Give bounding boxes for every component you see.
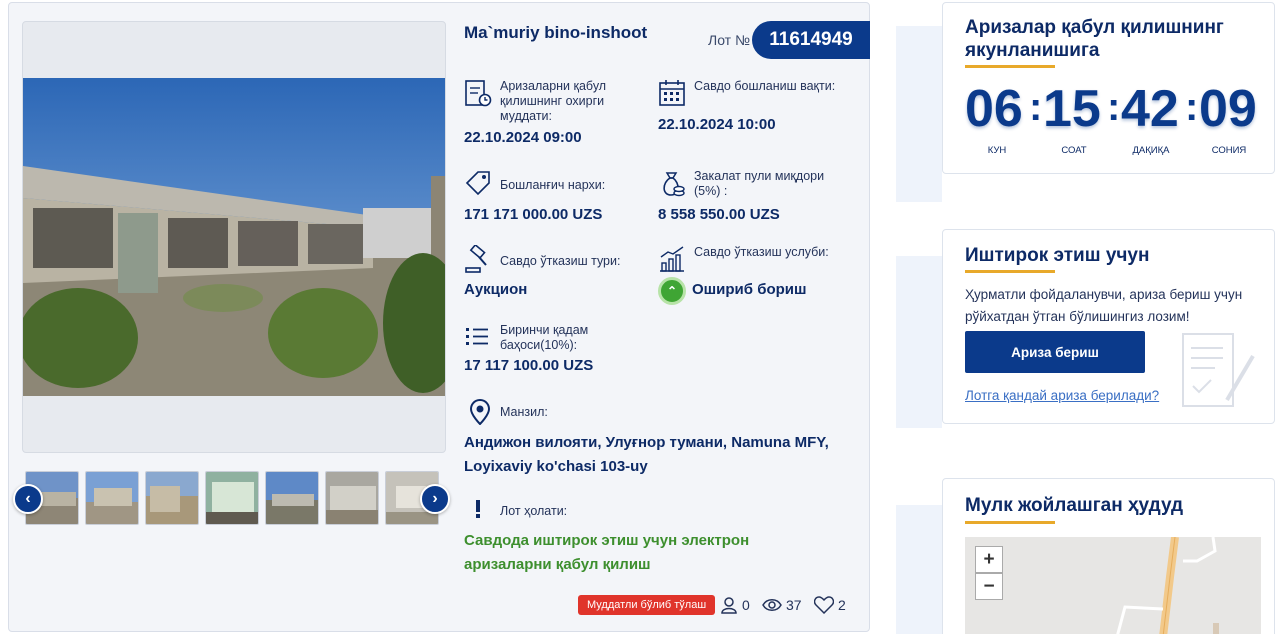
likes-stat[interactable]: 2 <box>814 593 846 617</box>
main-photo-frame[interactable] <box>22 21 446 453</box>
installment-badge: Муддатли бўлиб тўлаш <box>578 595 716 615</box>
trade-type-label: Савдо ўтказиш тури: <box>500 254 621 268</box>
exclamation-icon <box>476 500 481 518</box>
thumbnail-next-button[interactable]: › <box>420 484 450 514</box>
map-canvas[interactable] <box>965 537 1261 634</box>
side-strip <box>896 256 942 428</box>
status-value: Савдода иштирок этиш учун электрон ариза… <box>464 532 750 573</box>
thumbnail-strip: ‹ › <box>13 471 457 527</box>
zoom-out-button[interactable]: − <box>975 573 1003 600</box>
location-title: Мулк жойлашган ҳудуд <box>965 495 1184 516</box>
how-to-apply-link[interactable]: Лотга қандай ариза берилади? <box>965 388 1159 403</box>
countdown-seconds: 09 <box>1199 80 1257 138</box>
start-price-value: 171 171 000.00 UZS <box>464 206 603 223</box>
side-strip <box>896 505 942 634</box>
deadline-value: 22.10.2024 09:00 <box>464 129 582 146</box>
title-underline <box>965 521 1055 524</box>
numbered-list-icon <box>466 328 488 345</box>
countdown-separator: : <box>1029 85 1043 129</box>
countdown-minutes: 42 <box>1121 80 1179 138</box>
chart-growth-icon <box>660 246 684 272</box>
chevron-left-icon: ‹ <box>25 490 31 507</box>
thumbnail[interactable] <box>205 471 259 525</box>
deposit-value: 8 558 550.00 UZS <box>658 206 780 223</box>
deadline-label: Аризаларни қабул қилишнинг охирги муддат… <box>500 79 607 123</box>
first-step-value: 17 117 100.00 UZS <box>464 357 594 374</box>
countdown-separator: : <box>1185 85 1199 129</box>
heart-icon[interactable] <box>814 596 834 614</box>
days-unit-label: КУН <box>987 145 1007 156</box>
lot-number-label: Лот № <box>708 32 750 48</box>
zoom-in-button[interactable]: + <box>975 546 1003 573</box>
participate-text: Ҳурматли фойдаланувчи, ариза бериш учун … <box>965 287 1243 324</box>
apply-button[interactable]: Ариза бериш <box>965 331 1145 373</box>
chevron-right-icon: › <box>432 490 438 507</box>
thumbnail[interactable] <box>325 471 379 525</box>
calendar-icon <box>659 80 685 106</box>
status-label: Лот ҳолати: <box>500 504 568 518</box>
location-panel: Мулк жойлашган ҳудуд + − <box>942 478 1275 634</box>
title-underline <box>965 65 1055 68</box>
lot-title: Ma`muriy bino-inshoot <box>464 23 648 42</box>
countdown-days: 06 <box>965 80 1023 138</box>
document-clock-icon <box>465 80 492 107</box>
address-value: Андижон вилояти, Улуғнор тумани, Namuna … <box>464 434 829 475</box>
thumbnail[interactable] <box>145 471 199 525</box>
location-pin-icon <box>470 399 490 425</box>
countdown-timer: 06 : 15 : 42 : 09 <box>965 81 1265 141</box>
start-time-label: Савдо бошланиш вақти: <box>694 79 836 93</box>
participate-title: Иштирок этиш учун <box>965 245 1150 266</box>
trade-method-label: Савдо ўтказиш услуби: <box>694 245 829 259</box>
seconds-unit-label: СОНИЯ <box>1211 145 1247 156</box>
likes-count: 2 <box>838 597 846 613</box>
countdown-panel: Аризалар қабул қилишнинг якунланишига 06… <box>942 2 1275 174</box>
lot-info: Ma`muriy bino-inshoot Лот № 11614949 Ари… <box>464 3 870 633</box>
trade-type-value: Аукцион <box>464 281 528 298</box>
start-time-value: 22.10.2024 10:00 <box>658 116 776 133</box>
trade-method-value: Ошириб бориш <box>692 281 807 298</box>
minutes-unit-label: ДАҚИҚА <box>1132 145 1170 156</box>
thumbnail[interactable] <box>85 471 139 525</box>
title-underline <box>965 270 1055 273</box>
user-icon <box>721 597 737 614</box>
address-label: Манзил: <box>500 405 548 419</box>
lot-card: ‹ › Ma`muriy bino-inshoot Лот № 11614949… <box>8 2 870 632</box>
countdown-title: Аризалар қабул қилишнинг якунланишига <box>965 17 1224 61</box>
side-strip <box>896 26 942 202</box>
price-tag-icon <box>465 171 490 196</box>
deposit-label: Закалат пули миқдори (5%) : <box>694 169 825 198</box>
views-stat: 37 <box>762 593 802 617</box>
start-price-label: Бошланғич нархи: <box>500 178 606 192</box>
lot-number-badge: 11614949 <box>752 21 870 59</box>
lot-page: ‹ › Ma`muriy bino-inshoot Лот № 11614949… <box>0 0 1279 634</box>
countdown-hours: 15 <box>1043 80 1101 138</box>
chevron-up-icon: ⌃ <box>658 277 686 305</box>
main-photo[interactable] <box>23 78 446 396</box>
hours-unit-label: СОАТ <box>1061 145 1087 156</box>
eye-icon <box>762 599 782 611</box>
first-step-label: Биринчи қадам баҳоси(10%): <box>500 323 589 352</box>
thumbnail[interactable] <box>265 471 319 525</box>
views-count: 37 <box>786 597 802 613</box>
thumbnail-prev-button[interactable]: ‹ <box>13 484 43 514</box>
participate-panel: Иштирок этиш учун Ҳурматли фойдаланувчи,… <box>942 229 1275 424</box>
countdown-separator: : <box>1107 85 1121 129</box>
participants-stat: 0 <box>720 593 750 617</box>
document-pen-icon <box>1182 333 1255 407</box>
property-map[interactable]: + − <box>965 537 1261 634</box>
participants-count: 0 <box>742 597 750 613</box>
money-bag-icon <box>663 172 685 197</box>
gavel-icon <box>465 245 487 273</box>
